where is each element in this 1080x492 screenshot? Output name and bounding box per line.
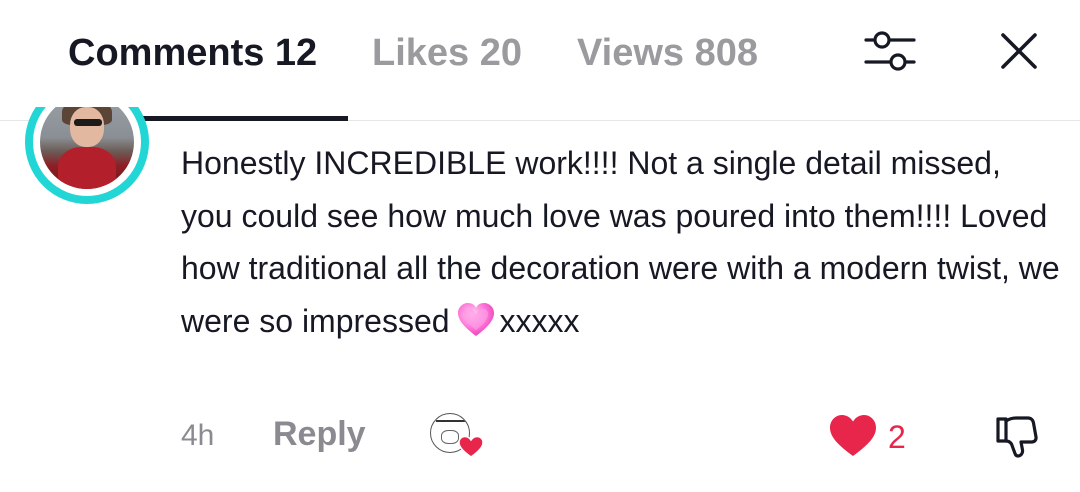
- heart-icon: [458, 435, 484, 458]
- comment-body: Honestly INCREDIBLE work!!!! Not a singl…: [181, 137, 1061, 347]
- tab-comments[interactable]: Comments 12: [68, 30, 317, 76]
- reply-button[interactable]: Reply: [273, 415, 366, 454]
- close-button[interactable]: [996, 28, 1042, 74]
- liked-by-creator-badge: [430, 413, 484, 459]
- thumbs-down-icon: [996, 416, 1038, 458]
- comment-item: Honestly INCREDIBLE work!!!! Not a singl…: [0, 107, 1080, 492]
- comment-actions: 4h Reply 2: [0, 411, 1080, 461]
- sliders-icon: [864, 31, 916, 71]
- comment-text-tail: xxxxx: [499, 302, 580, 339]
- heart-filled-icon: [830, 415, 876, 456]
- comment-timestamp: 4h: [181, 419, 215, 452]
- tab-views[interactable]: Views 808: [577, 30, 758, 76]
- comment-panel-header: Comments 12 Likes 20 Views 808: [0, 0, 1080, 121]
- like-button[interactable]: [828, 413, 878, 459]
- close-icon: [1001, 33, 1037, 69]
- dislike-button[interactable]: [992, 413, 1040, 461]
- comment-text: Honestly INCREDIBLE work!!!! Not a singl…: [181, 145, 1060, 339]
- filter-button[interactable]: [862, 28, 918, 74]
- like-count: 2: [888, 419, 906, 455]
- pink-heart-emoji: [457, 302, 494, 336]
- tab-likes[interactable]: Likes 20: [372, 30, 522, 76]
- avatar[interactable]: [22, 107, 152, 208]
